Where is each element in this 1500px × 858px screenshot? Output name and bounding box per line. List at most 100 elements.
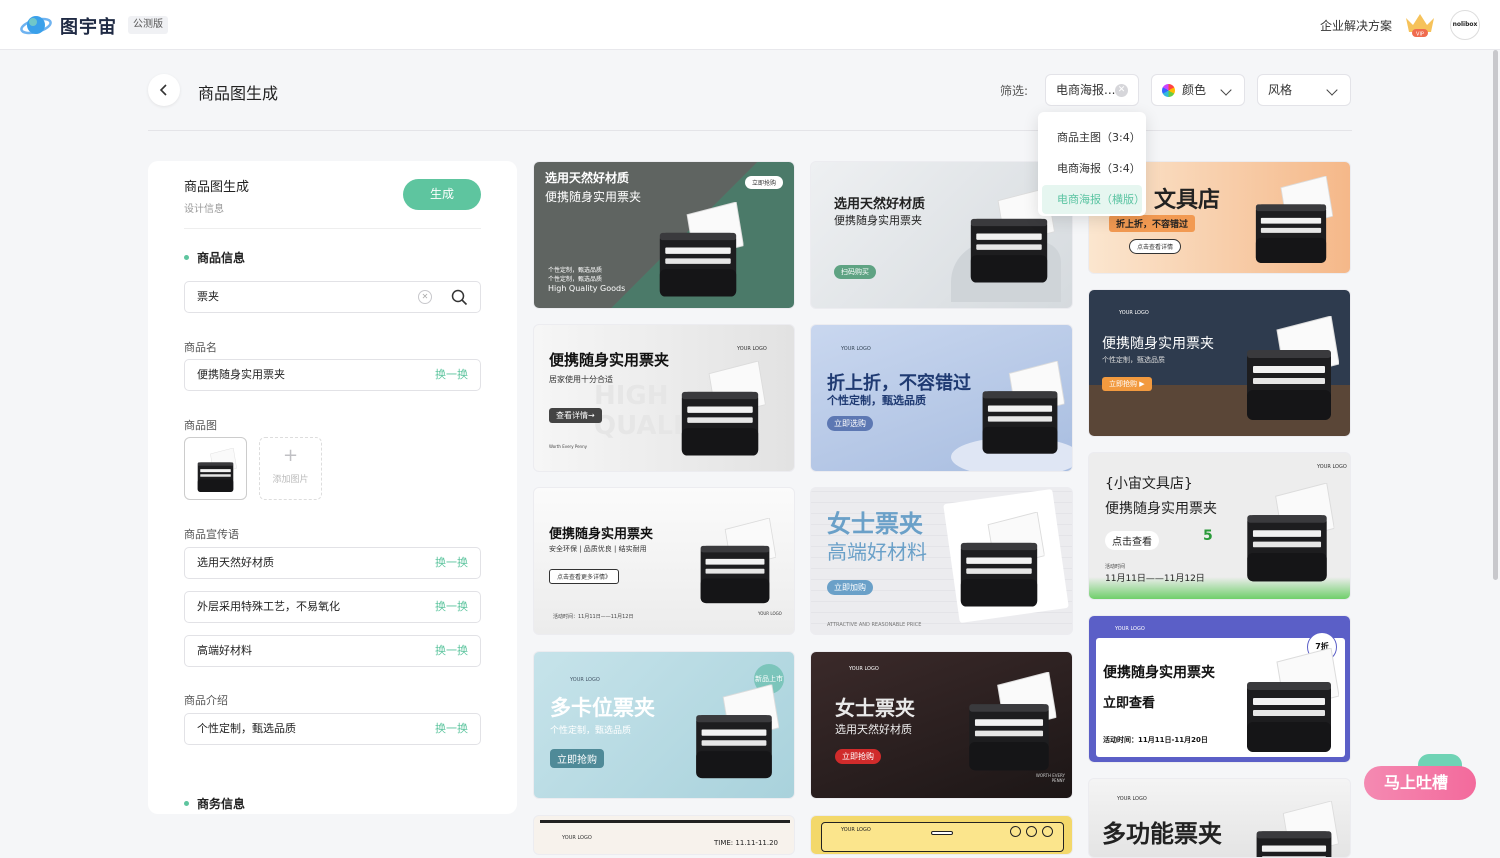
dropdown-option-main-image[interactable]: 商品主图（3:4） bbox=[1042, 123, 1142, 152]
card-time: TIME: 11.11-11.20 bbox=[714, 839, 778, 847]
product-search-value: 票夹 bbox=[197, 290, 219, 303]
product-image-thumbnail[interactable] bbox=[184, 437, 247, 500]
card-title: 选用天然好材质 bbox=[834, 197, 926, 212]
form-title: 商品图生成 bbox=[184, 180, 250, 195]
poster-card[interactable]: YOUR LOGO 多卡位票夹 个性定制，甄选品质 立即抢购 新品上市 bbox=[533, 651, 795, 799]
wallet-image bbox=[689, 684, 779, 784]
vip-crown-icon[interactable]: VIP bbox=[1404, 12, 1436, 38]
poster-card[interactable]: YOUR LOGO bbox=[810, 815, 1073, 855]
slogan-value: 外层采用特殊工艺，不易氧化 bbox=[197, 600, 340, 613]
card-footer: 活动时间 bbox=[1105, 564, 1126, 570]
dropdown-option-poster-landscape[interactable]: 电商海报（横版） bbox=[1042, 185, 1145, 214]
poster-card[interactable]: YOUR LOGO 便携随身实用票夹 立即查看 活动时间：11月11日-11月2… bbox=[1088, 615, 1351, 763]
card-logo: YOUR LOGO bbox=[570, 677, 600, 683]
wallet-image bbox=[975, 361, 1065, 459]
product-search-input[interactable]: 票夹 ✕ bbox=[184, 281, 481, 313]
poster-card[interactable]: YOUR LOGO 便携随身实用票夹 个性定制，甄选品质 立即抢购 ▶ bbox=[1088, 289, 1351, 437]
top-bar: 图宇宙 公测版 企业解决方案 VIP nolibox bbox=[0, 0, 1500, 50]
card-bar bbox=[931, 831, 953, 835]
poster-card[interactable]: 女士票夹 高端好材料 立即加购 ATTRACTIVE AND REASONABL… bbox=[810, 487, 1073, 635]
clear-filter-icon[interactable]: ✕ bbox=[1115, 84, 1128, 97]
product-name-value: 便携随身实用票夹 bbox=[197, 368, 285, 381]
card-logo: YOUR LOGO bbox=[1117, 796, 1147, 802]
clear-search-icon[interactable]: ✕ bbox=[418, 290, 432, 304]
poster-card[interactable]: YOUR LOGO 折上折，不容错过 个性定制，甄选品质 立即选购 bbox=[810, 324, 1073, 472]
poster-card[interactable]: 便携随身实用票夹 安全环保 | 品质优良 | 结实耐用 点击查看更多详情》 活动… bbox=[533, 487, 795, 635]
dropdown-option-poster-portrait[interactable]: 电商海报（3:4） bbox=[1042, 154, 1142, 183]
user-avatar[interactable]: nolibox bbox=[1450, 10, 1480, 40]
card-logo: YOUR LOGO bbox=[841, 346, 871, 352]
add-image-button[interactable]: + 添加图片 bbox=[259, 437, 322, 500]
page-scrollbar[interactable] bbox=[1493, 50, 1498, 580]
card-button: 立即抢购 bbox=[745, 176, 784, 189]
card-button: 立即抢购 ▶ bbox=[1102, 377, 1152, 391]
intro-field[interactable]: 个性定制，甄选品质 换一换 bbox=[184, 713, 481, 745]
swap-slogan-button[interactable]: 换一换 bbox=[435, 548, 468, 578]
generate-button[interactable]: 生成 bbox=[403, 179, 481, 210]
card-logo: YOUR LOGO bbox=[1317, 464, 1347, 470]
card-text: 个性定制，甄选品质 bbox=[548, 276, 603, 283]
card-title: 便携随身实用票夹 bbox=[1102, 336, 1214, 352]
poster-card[interactable]: 选用天然好材质 便携随身实用票夹 扫码购买 bbox=[810, 161, 1073, 309]
poster-card[interactable]: YOUR LOGO {小宙文具店} 便携随身实用票夹 点击查看 5 活动时间 1… bbox=[1088, 452, 1351, 600]
card-logo: YOUR LOGO bbox=[562, 835, 592, 841]
card-footer: 活动时间：11月11日-11月20日 bbox=[1103, 736, 1208, 744]
card-title: 女士票夹 bbox=[827, 510, 923, 538]
card-subtitle: 便携随身实用票夹 bbox=[834, 214, 922, 227]
card-subtitle: 选用天然好材质 bbox=[835, 723, 912, 736]
design-form-panel: 商品图生成 设计信息 生成 商品信息 票夹 ✕ 商品名 便携随身实用票夹 换一换… bbox=[148, 161, 517, 814]
maximize-icon bbox=[1026, 826, 1037, 837]
product-name-label: 商品名 bbox=[184, 341, 217, 354]
card-button: 立即选购 bbox=[827, 416, 873, 431]
swap-intro-button[interactable]: 换一换 bbox=[435, 714, 468, 744]
card-subtitle: 个性定制，甄选品质 bbox=[827, 394, 926, 407]
search-icon[interactable] bbox=[451, 289, 468, 306]
style-filter-label: 风格 bbox=[1268, 83, 1293, 97]
poster-card[interactable]: YOUR LOGO 多功能票夹 bbox=[1088, 778, 1351, 858]
slogan-field-3[interactable]: 高端好材料 换一换 bbox=[184, 635, 481, 667]
style-filter-select[interactable]: 风格 bbox=[1257, 74, 1351, 106]
swap-slogan-button[interactable]: 换一换 bbox=[435, 636, 468, 666]
slogan-label: 商品宣传语 bbox=[184, 528, 239, 541]
wallet-image bbox=[1239, 648, 1339, 758]
form-subtitle: 设计信息 bbox=[184, 204, 224, 215]
slogan-field-2[interactable]: 外层采用特殊工艺，不易氧化 换一换 bbox=[184, 591, 481, 623]
type-filter-select[interactable]: 电商海报... ✕ bbox=[1045, 74, 1139, 106]
card-footer: Worth Every Penny bbox=[549, 444, 587, 449]
card-subtitle: 安全环保 | 品质优良 | 结实耐用 bbox=[549, 545, 647, 553]
poster-card[interactable]: 选用天然好材质 便携随身实用票夹 立即抢购 个性定制，甄选品质 个性定制，甄选品… bbox=[533, 161, 795, 309]
poster-card[interactable]: YOUR LOGO TIME: 11.11-11.20 bbox=[533, 815, 795, 855]
wallet-image bbox=[1239, 483, 1335, 587]
wallet-image bbox=[961, 672, 1057, 776]
type-dropdown-menu: 商品主图（3:4） 电商海报（3:4） 电商海报（横版） bbox=[1038, 112, 1146, 216]
wallet-image bbox=[1239, 316, 1339, 426]
feedback-button[interactable]: 马上吐槽 bbox=[1364, 766, 1476, 800]
planet-logo-icon[interactable] bbox=[20, 12, 52, 38]
beta-badge: 公测版 bbox=[128, 16, 168, 34]
card-button: 立即抢购 bbox=[550, 749, 604, 768]
enterprise-solutions-link[interactable]: 企业解决方案 bbox=[1320, 17, 1392, 34]
back-button[interactable] bbox=[148, 74, 180, 106]
filter-label: 筛选: bbox=[1000, 84, 1029, 98]
slogan-value: 选用天然好材质 bbox=[197, 556, 274, 569]
card-logo: YOUR LOGO bbox=[758, 611, 782, 616]
slogan-value: 高端好材料 bbox=[197, 644, 252, 657]
slogan-field-1[interactable]: 选用天然好材质 换一换 bbox=[184, 547, 481, 579]
header-divider bbox=[148, 130, 1352, 131]
business-info-heading: 商务信息 bbox=[184, 795, 245, 812]
wallet-image bbox=[1249, 176, 1333, 268]
swap-slogan-button[interactable]: 换一换 bbox=[435, 592, 468, 622]
card-button: 立即加购 bbox=[827, 580, 873, 595]
card-subtitle: 个性定制，甄选品质 bbox=[1102, 356, 1165, 364]
brand-name[interactable]: 图宇宙 bbox=[60, 13, 117, 39]
card-title: 选用天然好材质 bbox=[545, 171, 630, 185]
swap-name-button[interactable]: 换一换 bbox=[435, 360, 468, 390]
card-footer: 活动时间：11月11日——11月12日 bbox=[553, 614, 634, 620]
wallet-image bbox=[674, 361, 766, 461]
card-logo: YOUR LOGO bbox=[841, 827, 871, 833]
chevron-down-icon bbox=[1220, 84, 1232, 96]
color-filter-select[interactable]: 颜色 bbox=[1151, 74, 1245, 106]
poster-card[interactable]: HIGH QUALITY 便携随身实用票夹 居家使用十分合适 查看详情→ YOU… bbox=[533, 324, 795, 472]
poster-card[interactable]: YOUR LOGO 女士票夹 选用天然好材质 立即抢购 WORTH EVERY … bbox=[810, 651, 1073, 799]
product-name-field[interactable]: 便携随身实用票夹 换一换 bbox=[184, 359, 481, 391]
